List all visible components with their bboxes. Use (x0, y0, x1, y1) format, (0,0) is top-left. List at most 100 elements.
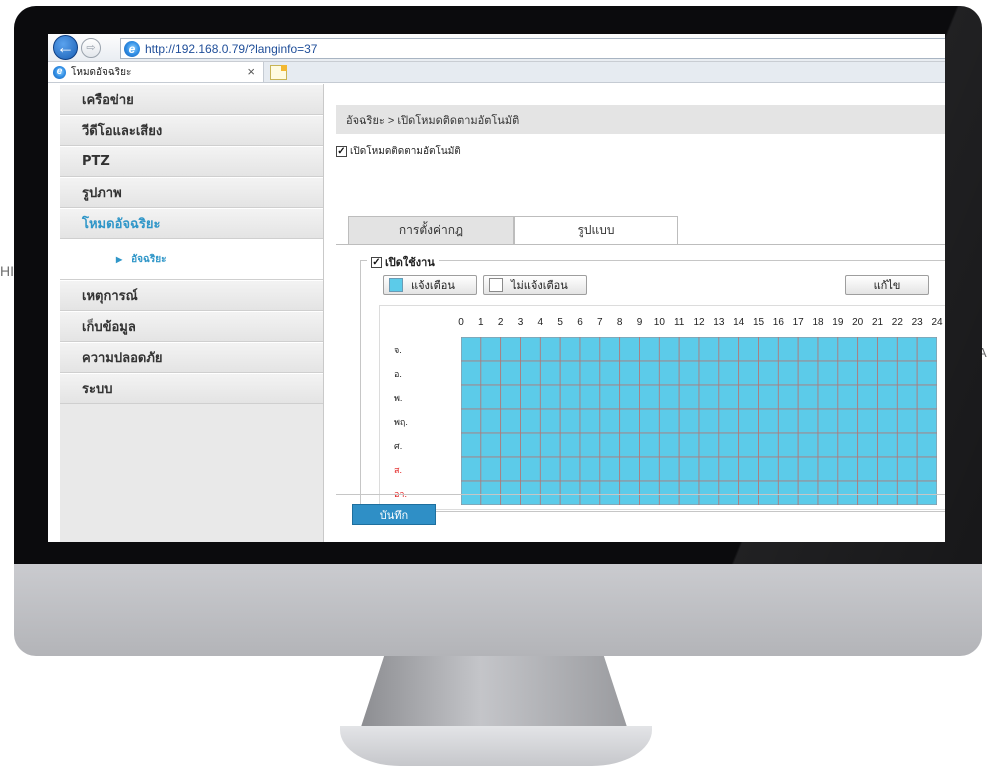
schedule-cell[interactable] (639, 408, 660, 434)
sidebar-item-network[interactable]: เครือข่าย (60, 84, 323, 115)
schedule-cell[interactable] (559, 480, 581, 505)
alarm-mode-button[interactable]: แจ้งเตือน (383, 275, 477, 295)
schedule-cell[interactable] (559, 384, 581, 410)
schedule-cell[interactable] (718, 360, 740, 386)
schedule-cell[interactable] (539, 360, 561, 386)
schedule-cell[interactable] (619, 337, 640, 362)
schedule-cell[interactable] (480, 408, 502, 434)
schedule-cell[interactable] (738, 432, 759, 458)
schedule-cell[interactable] (896, 360, 918, 386)
schedule-cell[interactable] (639, 432, 660, 458)
schedule-cell[interactable] (480, 360, 502, 386)
schedule-cell[interactable] (797, 432, 819, 458)
schedule-cell[interactable] (896, 337, 918, 362)
sidebar-item-security[interactable]: ความปลอดภัย (60, 342, 323, 373)
schedule-cell[interactable] (698, 456, 720, 482)
schedule-cell[interactable] (877, 432, 898, 458)
schedule-cell[interactable] (896, 384, 918, 410)
schedule-cell[interactable] (698, 480, 720, 505)
schedule-cell[interactable] (857, 480, 878, 505)
schedule-cell[interactable] (877, 408, 898, 434)
schedule-cell[interactable] (658, 456, 680, 482)
schedule-cell[interactable] (480, 432, 502, 458)
schedule-cell[interactable] (738, 337, 759, 362)
schedule-cell[interactable] (837, 337, 859, 362)
schedule-cell[interactable] (718, 456, 740, 482)
schedule-cell[interactable] (639, 360, 660, 386)
sidebar-item-intelligent[interactable]: โหมดอัจฉริยะ (60, 208, 323, 239)
schedule-cell[interactable] (461, 360, 482, 386)
close-icon[interactable]: × (247, 64, 255, 79)
back-arrow-icon[interactable]: ← (53, 35, 78, 60)
schedule-cell[interactable] (758, 408, 779, 434)
schedule-cell[interactable] (916, 408, 937, 434)
schedule-cell[interactable] (738, 456, 759, 482)
schedule-cell[interactable] (559, 456, 581, 482)
schedule-cell[interactable] (817, 408, 839, 434)
schedule-cell[interactable] (658, 432, 680, 458)
schedule-cell[interactable] (837, 408, 859, 434)
schedule-cell[interactable] (916, 456, 937, 482)
schedule-cell[interactable] (579, 384, 601, 410)
save-button[interactable]: บันทึก (352, 504, 436, 525)
tab-rule-settings[interactable]: การตั้งค่ากฎ (348, 216, 514, 245)
sidebar-item-system[interactable]: ระบบ (60, 373, 323, 404)
schedule-cell[interactable] (500, 337, 521, 362)
schedule-cell[interactable] (797, 456, 819, 482)
schedule-cell[interactable] (599, 360, 621, 386)
schedule-cell[interactable] (520, 456, 541, 482)
sidebar-item-storage[interactable]: เก็บข้อมูล (60, 311, 323, 342)
schedule-cell[interactable] (916, 384, 937, 410)
schedule-cell[interactable] (678, 360, 700, 386)
schedule-cell[interactable] (678, 480, 700, 505)
schedule-cell[interactable] (698, 384, 720, 410)
schedule-cell[interactable] (678, 384, 700, 410)
schedule-cell[interactable] (639, 456, 660, 482)
schedule-cell[interactable] (579, 408, 601, 434)
schedule-cell[interactable] (916, 432, 937, 458)
schedule-cell[interactable] (877, 384, 898, 410)
schedule-cell[interactable] (658, 408, 680, 434)
schedule-cell[interactable] (559, 337, 581, 362)
schedule-cell[interactable] (896, 480, 918, 505)
schedule-cell[interactable] (916, 337, 937, 362)
schedule-grid[interactable] (461, 337, 937, 505)
schedule-cell[interactable] (797, 360, 819, 386)
schedule-cell[interactable] (678, 408, 700, 434)
schedule-cell[interactable] (599, 456, 621, 482)
schedule-cell[interactable] (500, 456, 521, 482)
schedule-cell[interactable] (520, 480, 541, 505)
schedule-cell[interactable] (579, 432, 601, 458)
schedule-enable-checkbox[interactable]: ✓ (371, 256, 382, 268)
schedule-cell[interactable] (777, 480, 799, 505)
schedule-cell[interactable] (500, 408, 521, 434)
schedule-cell[interactable] (678, 456, 700, 482)
schedule-cell[interactable] (559, 432, 581, 458)
schedule-cell[interactable] (500, 480, 521, 505)
schedule-cell[interactable] (480, 337, 502, 362)
schedule-cell[interactable] (559, 408, 581, 434)
schedule-cell[interactable] (758, 432, 779, 458)
schedule-cell[interactable] (777, 384, 799, 410)
schedule-cell[interactable] (857, 456, 878, 482)
schedule-cell[interactable] (758, 337, 779, 362)
schedule-cell[interactable] (579, 360, 601, 386)
schedule-cell[interactable] (777, 337, 799, 362)
schedule-cell[interactable] (461, 432, 482, 458)
schedule-cell[interactable] (678, 337, 700, 362)
schedule-cell[interactable] (817, 384, 839, 410)
schedule-cell[interactable] (461, 408, 482, 434)
schedule-cell[interactable] (718, 432, 740, 458)
schedule-cell[interactable] (639, 480, 660, 505)
sidebar-item-event[interactable]: เหตุการณ์ (60, 280, 323, 311)
schedule-cell[interactable] (758, 456, 779, 482)
schedule-cell[interactable] (698, 432, 720, 458)
schedule-cell[interactable] (877, 480, 898, 505)
schedule-cell[interactable] (817, 432, 839, 458)
schedule-cell[interactable] (817, 480, 839, 505)
schedule-cell[interactable] (520, 408, 541, 434)
schedule-cell[interactable] (857, 432, 878, 458)
schedule-cell[interactable] (619, 456, 640, 482)
schedule-cell[interactable] (718, 384, 740, 410)
schedule-cell[interactable] (797, 480, 819, 505)
